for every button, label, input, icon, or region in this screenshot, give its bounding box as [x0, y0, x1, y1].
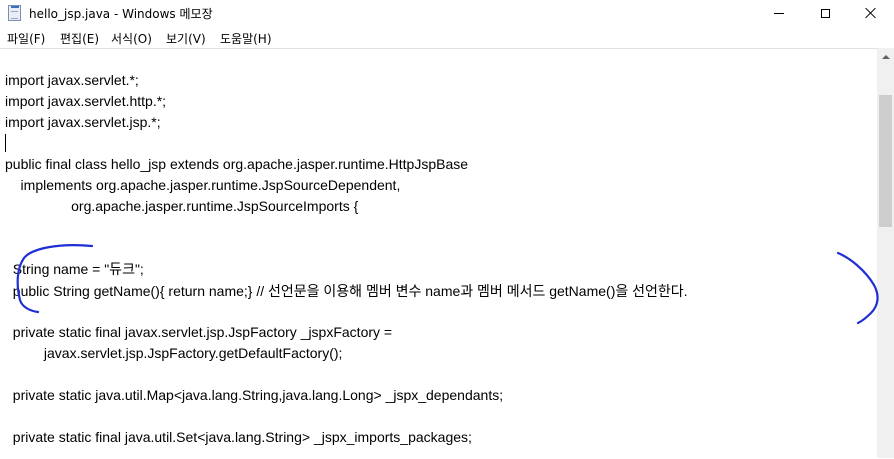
chevron-up-icon: [881, 54, 890, 59]
menu-format[interactable]: 서식(O): [111, 30, 152, 47]
menu-view[interactable]: 보기(V): [166, 30, 206, 47]
minimize-button[interactable]: [756, 0, 802, 26]
window-title: hello_jsp.java - Windows 메모장: [29, 7, 213, 21]
code-line: import javax.servlet.http.*;: [5, 93, 167, 109]
code-line: private static final java.util.Set<java.…: [5, 429, 472, 445]
code-line: implements org.apache.jasper.runtime.Jsp…: [5, 177, 401, 193]
title-bar[interactable]: hello_jsp.java - Windows 메모장: [0, 0, 894, 26]
close-icon: [865, 7, 877, 19]
code-line: import javax.servlet.*;: [5, 72, 139, 88]
code-line: String name = "듀크";: [5, 261, 144, 277]
code-line: import javax.servlet.jsp.*;: [5, 114, 161, 130]
code-line: public final class hello_jsp extends org…: [5, 156, 469, 172]
vertical-scrollbar[interactable]: [877, 48, 894, 458]
menu-file[interactable]: 파일(F): [7, 30, 45, 47]
menu-bar: 파일(F) 편집(E) 서식(O) 보기(V) 도움말(H): [0, 27, 894, 47]
menu-help[interactable]: 도움말(H): [220, 30, 272, 47]
scroll-thumb[interactable]: [879, 95, 892, 227]
code-line: public String getName(){ return name;} /…: [5, 283, 688, 299]
notepad-icon: [8, 5, 21, 21]
code-line: javax.servlet.jsp.JspFactory.getDefaultF…: [5, 345, 343, 361]
text-editor[interactable]: import javax.servlet.*; import javax.ser…: [0, 48, 877, 459]
code-line: private static java.util.Map<java.lang.S…: [5, 387, 504, 403]
scroll-up-button[interactable]: [877, 48, 894, 65]
code-line: private static final javax.servlet.jsp.J…: [5, 324, 393, 340]
text-caret: [5, 134, 6, 152]
maximize-button[interactable]: [802, 0, 848, 26]
close-button[interactable]: [848, 0, 894, 26]
maximize-icon: [820, 8, 830, 18]
minimize-icon: [774, 12, 784, 14]
menu-edit[interactable]: 편집(E): [60, 30, 99, 47]
code-line: org.apache.jasper.runtime.JspSourceImpor…: [5, 198, 359, 214]
